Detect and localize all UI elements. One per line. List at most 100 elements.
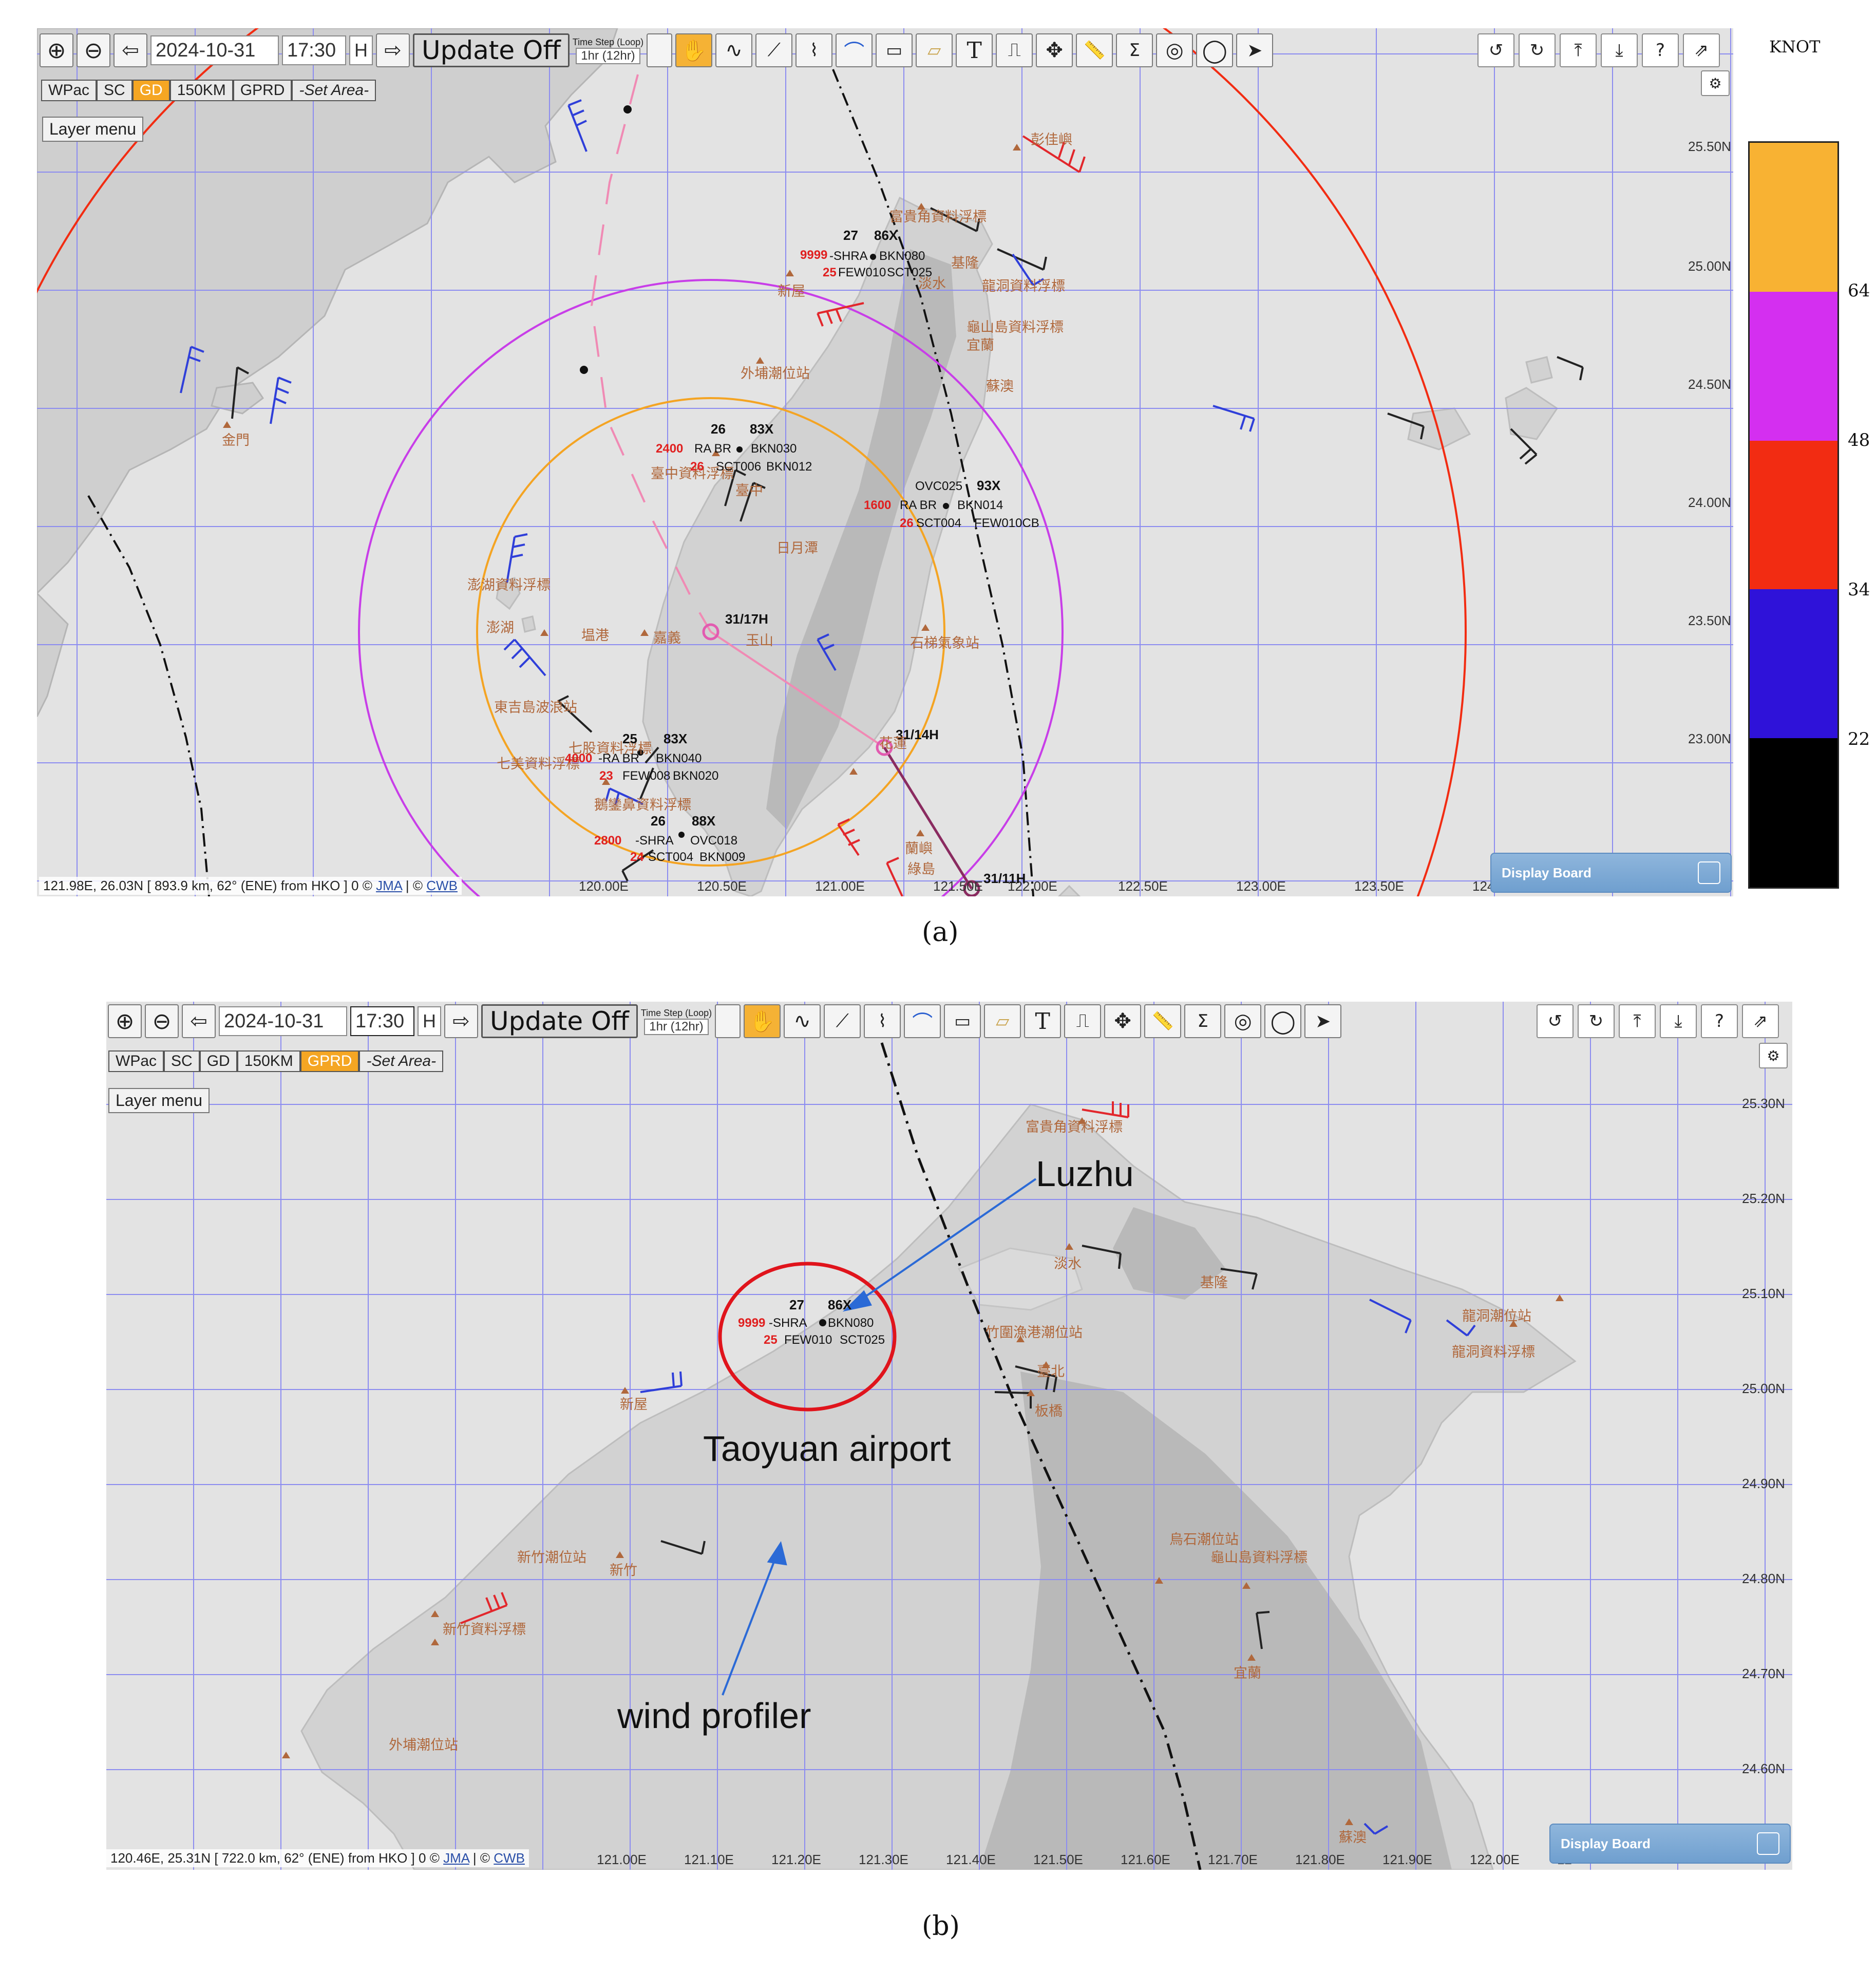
text-tool-icon[interactable]: T (956, 33, 993, 67)
rectangle-tool-icon[interactable]: ▭ (876, 33, 913, 67)
zoom-in-button[interactable]: ⊕ (40, 33, 73, 67)
jma-link[interactable]: JMA (443, 1850, 469, 1866)
zoom-in-button[interactable]: ⊕ (108, 1004, 142, 1038)
time-step-label: Time Step (Loop) (572, 36, 644, 47)
area-sc-button[interactable]: SC (164, 1050, 200, 1072)
polyline-tool-icon[interactable]: ⌇ (795, 33, 833, 67)
date-field[interactable]: 2024-10-31 (219, 1006, 347, 1036)
polygon-tool-icon[interactable]: ▱ (984, 1004, 1021, 1038)
map-panel-b[interactable]: ⊕ ⊖ ⇦ 2024-10-31 17:30 H ⇨ Update Off Ti… (106, 1002, 1792, 1870)
sum-tool-icon[interactable]: Σ (1116, 33, 1153, 67)
settings-gear-icon[interactable]: ⚙ (1701, 70, 1730, 96)
metar-cloud: BKN020 (673, 769, 719, 783)
metar-dew: 25 (764, 1333, 778, 1347)
station-label: 澎湖資料浮標 (467, 577, 551, 593)
date-field[interactable]: 2024-10-31 (150, 35, 279, 65)
settings-gear-icon[interactable]: ⚙ (1759, 1043, 1788, 1068)
stamp-tool-icon[interactable]: ⎍ (996, 33, 1033, 67)
area-150km-button[interactable]: 150KM (237, 1050, 300, 1072)
upload-icon[interactable]: ⤒ (1560, 33, 1597, 67)
station-label: 竹圍漁港潮位站 (986, 1325, 1083, 1341)
wind-speed-legend (1748, 141, 1839, 889)
undo-icon[interactable]: ↺ (1477, 33, 1514, 67)
update-off-button[interactable]: Update Off (481, 1004, 638, 1038)
layer-menu-button[interactable]: Layer menu (42, 117, 143, 142)
move-tool-icon[interactable]: ✥ (1104, 1004, 1142, 1038)
map-panel-a[interactable]: ⊕ ⊖ ⇦ 2024-10-31 17:30 H ⇨ Update Off Ti… (37, 28, 1733, 896)
zoom-out-button[interactable]: ⊖ (77, 33, 110, 67)
lat-tick: 25.30N (1742, 1096, 1785, 1111)
area-gprd-button[interactable]: GPRD (300, 1050, 359, 1072)
area-gd-button[interactable]: GD (199, 1050, 237, 1072)
pointer-move-icon[interactable]: ➤ (1236, 33, 1274, 67)
move-tool-icon[interactable]: ✥ (1036, 33, 1073, 67)
sum-tool-icon[interactable]: Σ (1184, 1004, 1222, 1038)
blank-tool-button[interactable] (715, 1004, 741, 1038)
curve-tool-icon[interactable]: ∿ (715, 33, 753, 67)
display-board-button[interactable]: Display Board (1549, 1824, 1791, 1864)
display-board-button[interactable]: Display Board (1490, 853, 1732, 893)
prev-time-button[interactable]: ⇦ (182, 1004, 216, 1038)
help-button[interactable]: ? (1642, 33, 1679, 67)
pointer-move-icon[interactable]: ➤ (1304, 1004, 1342, 1038)
lat-tick: 24.80N (1742, 1571, 1785, 1586)
redo-icon[interactable]: ↻ (1578, 1004, 1615, 1038)
time-field[interactable]: 17:30 (282, 35, 346, 65)
lat-tick: 23.00N (1688, 731, 1731, 746)
cwb-link[interactable]: CWB (426, 878, 458, 893)
area-wpac-button[interactable]: WPac (108, 1050, 164, 1072)
metar-code: 83X (664, 731, 688, 746)
set-area-button[interactable]: -Set Area- (292, 80, 376, 101)
upload-icon[interactable]: ⤒ (1619, 1004, 1656, 1038)
curve-tool-icon[interactable]: ∿ (784, 1004, 821, 1038)
update-off-button[interactable]: Update Off (413, 33, 570, 67)
external-link-icon[interactable]: ⇗ (1683, 33, 1720, 67)
pan-hand-icon[interactable]: ✋ (744, 1004, 781, 1038)
circle-tool-icon[interactable]: ◯ (1196, 33, 1234, 67)
arc-tool-icon[interactable]: ⌒ (904, 1004, 941, 1038)
metar-temp: 27 (789, 1297, 804, 1312)
ruler-tool-icon[interactable]: 📏 (1144, 1004, 1182, 1038)
window-icon (1698, 861, 1720, 884)
redo-icon[interactable]: ↻ (1519, 33, 1556, 67)
text-tool-icon[interactable]: T (1024, 1004, 1062, 1038)
download-icon[interactable]: ⤓ (1660, 1004, 1697, 1038)
typhoon-symbol-icon[interactable]: ◎ (1156, 33, 1193, 67)
zoom-out-button[interactable]: ⊖ (145, 1004, 179, 1038)
arc-tool-icon[interactable]: ⌒ (836, 33, 873, 67)
polygon-tool-icon[interactable]: ▱ (916, 33, 953, 67)
next-time-button[interactable]: ⇨ (444, 1004, 478, 1038)
undo-icon[interactable]: ↺ (1537, 1004, 1574, 1038)
layer-menu-button[interactable]: Layer menu (108, 1088, 210, 1113)
metar-dew: 25 (823, 266, 837, 279)
cursor-status: 121.98E, 26.03N [ 893.9 km, 62° (ENE) fr… (39, 877, 462, 895)
stamp-tool-icon[interactable]: ⎍ (1064, 1004, 1102, 1038)
rectangle-tool-icon[interactable]: ▭ (944, 1004, 981, 1038)
line-tool-icon[interactable]: ⟋ (824, 1004, 861, 1038)
pan-hand-icon[interactable]: ✋ (675, 33, 713, 67)
area-wpac-button[interactable]: WPac (41, 80, 97, 101)
area-sc-button[interactable]: SC (97, 80, 132, 101)
prev-time-button[interactable]: ⇦ (113, 33, 147, 67)
time-step-select[interactable]: 1hr (12hr) (576, 47, 640, 64)
help-button[interactable]: ? (1701, 1004, 1738, 1038)
external-link-icon[interactable]: ⇗ (1742, 1004, 1779, 1038)
metar-cloud: BKN080 (879, 249, 925, 263)
area-gprd-button[interactable]: GPRD (233, 80, 292, 101)
jma-link[interactable]: JMA (376, 878, 402, 893)
time-step-select[interactable]: 1hr (12hr) (644, 1018, 709, 1035)
cwb-link[interactable]: CWB (494, 1850, 525, 1866)
polyline-tool-icon[interactable]: ⌇ (864, 1004, 901, 1038)
download-icon[interactable]: ⤓ (1601, 33, 1638, 67)
set-area-button[interactable]: -Set Area- (359, 1050, 444, 1072)
area-150km-button[interactable]: 150KM (169, 80, 233, 101)
annotation-wind-profiler: wind profiler (617, 1696, 811, 1736)
circle-tool-icon[interactable]: ◯ (1264, 1004, 1302, 1038)
line-tool-icon[interactable]: ⟋ (755, 33, 793, 67)
next-time-button[interactable]: ⇨ (376, 33, 410, 67)
ruler-tool-icon[interactable]: 📏 (1076, 33, 1113, 67)
area-gd-button[interactable]: GD (132, 80, 170, 101)
typhoon-symbol-icon[interactable]: ◎ (1224, 1004, 1262, 1038)
time-field[interactable]: 17:30 (350, 1006, 414, 1036)
blank-tool-button[interactable] (647, 33, 673, 67)
